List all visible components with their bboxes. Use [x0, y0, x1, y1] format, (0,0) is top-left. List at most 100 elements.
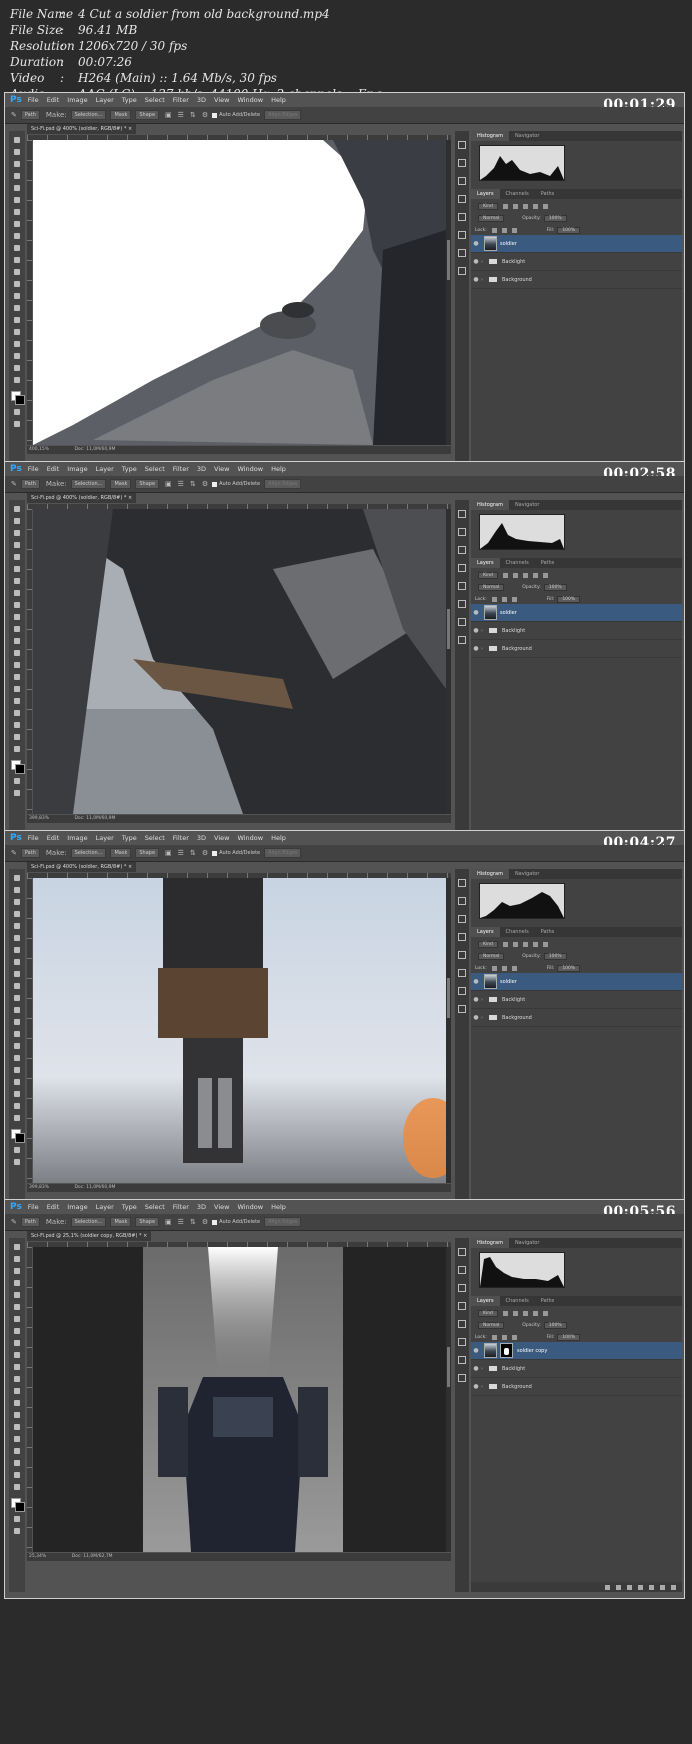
play-action-icon[interactable]: [458, 897, 466, 905]
character-panel-icon[interactable]: [458, 1302, 466, 1310]
eyedropper-tool-icon[interactable]: [14, 197, 20, 203]
brush-panel-icon[interactable]: [458, 546, 466, 554]
shape-filter-icon[interactable]: [532, 572, 538, 578]
menu-type[interactable]: Type: [122, 1203, 137, 1211]
shape-button[interactable]: Shape: [135, 110, 160, 120]
adjustment-filter-icon[interactable]: [512, 1310, 518, 1316]
eye-icon[interactable]: ●: [471, 1365, 481, 1372]
menu-layer[interactable]: Layer: [96, 1203, 114, 1211]
histogram-panel-icon[interactable]: [458, 879, 466, 887]
character-panel-icon[interactable]: [458, 564, 466, 572]
vertical-scrollbar[interactable]: [446, 1247, 451, 1552]
path-operations-icon[interactable]: ▣: [165, 111, 172, 119]
path-select-tool-icon[interactable]: [14, 698, 20, 704]
adjustment-filter-icon[interactable]: [512, 203, 518, 209]
menu-select[interactable]: Select: [145, 96, 165, 104]
scrollbar-thumb[interactable]: [447, 1347, 450, 1387]
path-mode-select[interactable]: Path: [20, 1217, 40, 1227]
eyedropper-tool-icon[interactable]: [14, 1304, 20, 1310]
blur-tool-icon[interactable]: [14, 1388, 20, 1394]
quick-mask-icon[interactable]: [14, 1147, 20, 1153]
screen-mode-icon[interactable]: [14, 1159, 20, 1165]
align-edges-checkbox[interactable]: Align Edges: [264, 110, 302, 120]
kind-filter-select[interactable]: Kind: [478, 571, 498, 579]
pen-tool-icon[interactable]: [14, 1412, 20, 1418]
eye-icon[interactable]: ●: [471, 276, 481, 283]
lock-pixels-icon[interactable]: [491, 1334, 497, 1340]
lock-position-icon[interactable]: [501, 1334, 507, 1340]
gear-icon[interactable]: ⚙: [202, 111, 208, 119]
histogram-panel-icon[interactable]: [458, 141, 466, 149]
vertical-scrollbar[interactable]: [446, 140, 451, 445]
brush-tool-icon[interactable]: [14, 590, 20, 596]
gear-icon[interactable]: ⚙: [202, 849, 208, 857]
menu-view[interactable]: View: [214, 834, 229, 842]
menu-window[interactable]: Window: [237, 465, 263, 473]
eyedropper-tool-icon[interactable]: [14, 935, 20, 941]
selection-button[interactable]: Selection...: [70, 848, 107, 858]
auto-add-checkbox[interactable]: [212, 1219, 218, 1225]
document-canvas[interactable]: [33, 509, 446, 814]
auto-add-checkbox[interactable]: [212, 481, 218, 487]
vertical-scrollbar[interactable]: [446, 509, 451, 814]
menu-image[interactable]: Image: [67, 1203, 87, 1211]
camera-icon[interactable]: [458, 987, 466, 995]
smart-object-filter-icon[interactable]: [542, 572, 548, 578]
lock-position-icon[interactable]: [501, 227, 507, 233]
eraser-tool-icon[interactable]: [14, 257, 20, 263]
path-alignment-icon[interactable]: ☰: [178, 1218, 184, 1226]
tab-paths[interactable]: Paths: [535, 927, 561, 937]
shape-filter-icon[interactable]: [532, 203, 538, 209]
eye-icon[interactable]: ●: [471, 996, 481, 1003]
move-tool-icon[interactable]: [14, 1244, 20, 1250]
histogram-panel-icon[interactable]: [458, 1248, 466, 1256]
menu-select[interactable]: Select: [145, 834, 165, 842]
quick-select-tool-icon[interactable]: [14, 173, 20, 179]
crop-tool-icon[interactable]: [14, 554, 20, 560]
mask-button[interactable]: Mask: [110, 479, 132, 489]
path-arrangement-icon[interactable]: ⇅: [190, 849, 196, 857]
camera-icon[interactable]: [458, 249, 466, 257]
menu-layer[interactable]: Layer: [96, 96, 114, 104]
tool-presets-icon[interactable]: [458, 600, 466, 608]
play-action-icon[interactable]: [458, 1266, 466, 1274]
paragraph-panel-icon[interactable]: [458, 951, 466, 959]
shape-button[interactable]: Shape: [135, 1217, 160, 1227]
menu-view[interactable]: View: [214, 1203, 229, 1211]
path-operations-icon[interactable]: ▣: [165, 849, 172, 857]
zoom-tool-icon[interactable]: [14, 1472, 20, 1478]
menu-window[interactable]: Window: [237, 834, 263, 842]
screen-mode-icon[interactable]: [14, 421, 20, 427]
paragraph-panel-icon[interactable]: [458, 213, 466, 221]
menu-3d[interactable]: 3D: [197, 1203, 206, 1211]
dodge-tool-icon[interactable]: [14, 1400, 20, 1406]
layer-row-selected[interactable]: ● soldier: [471, 604, 682, 622]
lock-all-icon[interactable]: [511, 1334, 517, 1340]
shape-tool-icon[interactable]: [14, 710, 20, 716]
path-arrangement-icon[interactable]: ⇅: [190, 480, 196, 488]
brush-panel-icon[interactable]: [458, 915, 466, 923]
tab-paths[interactable]: Paths: [535, 189, 561, 199]
pen-tool-icon[interactable]: ✎: [11, 480, 17, 488]
menu-window[interactable]: Window: [237, 96, 263, 104]
blur-tool-icon[interactable]: [14, 1019, 20, 1025]
pixel-filter-icon[interactable]: [502, 203, 508, 209]
healing-tool-icon[interactable]: [14, 209, 20, 215]
brush-tool-icon[interactable]: [14, 1328, 20, 1334]
layer-row-backlight[interactable]: ● › Backlight: [471, 253, 682, 271]
layer-row-backlight[interactable]: ● › Backlight: [471, 991, 682, 1009]
kind-filter-select[interactable]: Kind: [478, 202, 498, 210]
move-tool-icon[interactable]: [14, 506, 20, 512]
menu-help[interactable]: Help: [271, 1203, 286, 1211]
quick-select-tool-icon[interactable]: [14, 542, 20, 548]
document-canvas[interactable]: [33, 140, 446, 445]
menu-image[interactable]: Image: [67, 96, 87, 104]
zoom-tool-icon[interactable]: [14, 734, 20, 740]
quick-mask-icon[interactable]: [14, 778, 20, 784]
menu-3d[interactable]: 3D: [197, 465, 206, 473]
tab-paths[interactable]: Paths: [535, 1296, 561, 1306]
menu-3d[interactable]: 3D: [197, 96, 206, 104]
character-panel-icon[interactable]: [458, 933, 466, 941]
info-icon[interactable]: [458, 1374, 466, 1382]
marquee-tool-icon[interactable]: [14, 149, 20, 155]
